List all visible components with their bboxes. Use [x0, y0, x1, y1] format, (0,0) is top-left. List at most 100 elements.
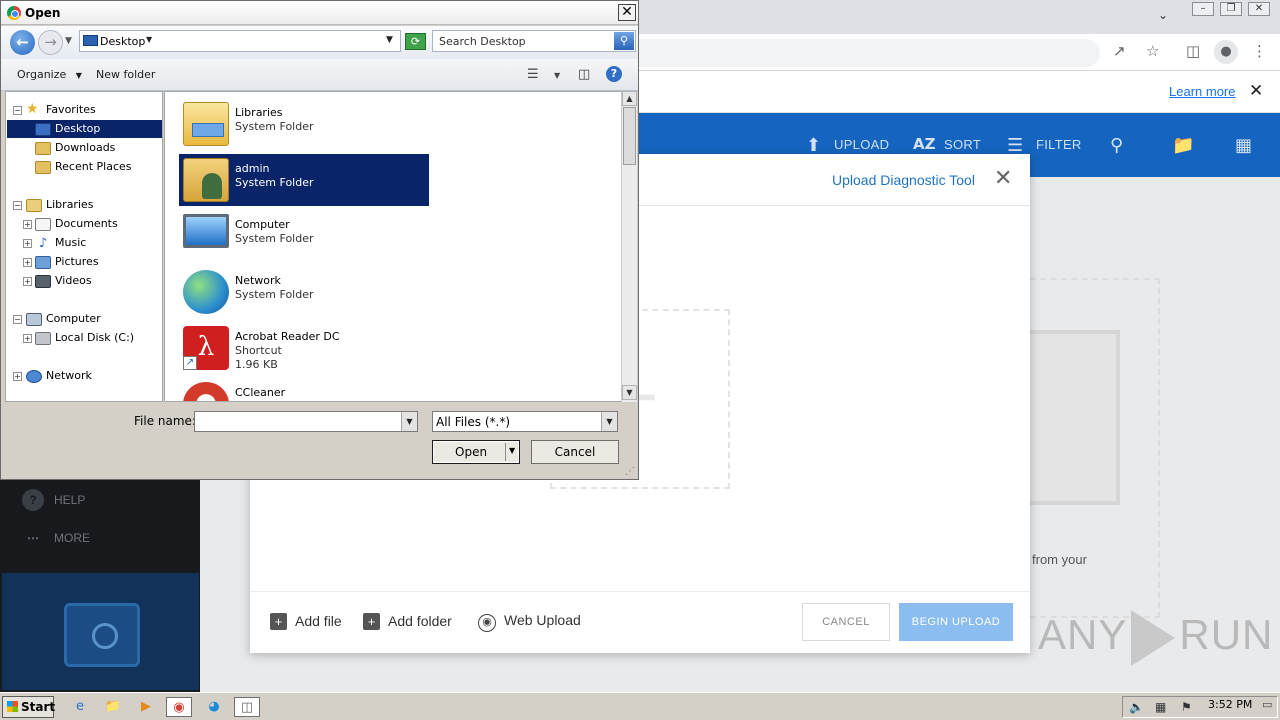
file-name-input[interactable] [194, 411, 418, 432]
upload-tool[interactable]: UPLOAD [834, 137, 889, 152]
search-icon[interactable]: ⚲ [1110, 135, 1123, 156]
tree-item-local-disk[interactable]: Local Disk (C:) [35, 329, 134, 347]
tree-item-music[interactable]: ♪ Music [35, 234, 86, 252]
browser-menu-icon[interactable]: ⋮ [1252, 42, 1267, 60]
add-folder-button[interactable]: + Add folder [363, 613, 452, 630]
file-list-scrollbar[interactable]: ▲ ▼ [621, 91, 637, 402]
modal-close-icon[interactable]: ✕ [994, 166, 1012, 191]
share-icon[interactable]: ↗ [1113, 42, 1126, 60]
file-name-dropdown-icon[interactable]: ▼ [401, 412, 417, 431]
collapse-favorites-icon[interactable]: − [13, 106, 22, 115]
volume-icon[interactable]: 🔈 [1129, 700, 1144, 714]
tree-item-pictures[interactable]: Pictures [35, 253, 99, 271]
help-icon: ? [22, 489, 44, 511]
file-item-admin[interactable]: admin System Folder [179, 154, 429, 206]
sort-tool[interactable]: SORT [944, 137, 981, 152]
action-center-flag-icon[interactable]: ⚑ [1181, 700, 1192, 714]
resize-grip-icon[interactable]: ⋰ [625, 466, 635, 477]
add-folder-label: Add folder [388, 613, 452, 629]
tree-item-libraries[interactable]: Libraries [26, 196, 94, 214]
tree-item-label: Music [55, 236, 87, 249]
dialog-titlebar[interactable]: Open ✕ [1, 1, 638, 25]
dialog-cancel-button[interactable]: Cancel [531, 440, 619, 464]
filter-tool[interactable]: FILTER [1036, 137, 1082, 152]
add-file-button[interactable]: + Add file [270, 613, 342, 630]
open-dialog-taskbar-icon[interactable]: ◫ [234, 697, 260, 717]
web-upload-button[interactable]: ◉ Web Upload [478, 612, 581, 632]
preview-pane-icon[interactable]: ◫ [578, 67, 590, 82]
grid-view-icon[interactable]: ▦ [1235, 135, 1252, 156]
tree-item-favorites[interactable]: ★ Favorites [26, 101, 96, 119]
close-window-icon[interactable]: ✕ [1248, 2, 1270, 16]
address-path-box[interactable]: Desktop ▼ ▼ [79, 30, 401, 52]
restore-icon[interactable]: ❐ [1220, 2, 1242, 16]
file-item-libraries[interactable]: Libraries System Folder [179, 98, 429, 150]
taskbar-clock[interactable]: 3:52 PM [1208, 698, 1252, 711]
scroll-up-arrow-icon[interactable]: ▲ [622, 91, 637, 106]
path-history-dropdown-icon[interactable]: ▼ [386, 35, 393, 45]
upload-diagnostic-tool-link[interactable]: Upload Diagnostic Tool [832, 172, 975, 188]
back-arrow-icon[interactable]: ← [10, 30, 35, 55]
help-icon[interactable]: ? [606, 66, 622, 82]
start-button[interactable]: Start [2, 696, 55, 718]
new-folder-icon[interactable]: 📁 [1172, 135, 1194, 156]
forward-arrow-icon[interactable]: → [38, 30, 63, 55]
file-item-network[interactable]: Network System Folder [179, 266, 429, 318]
bookmark-star-icon[interactable]: ☆ [1146, 42, 1159, 60]
expand-videos-icon[interactable]: + [23, 277, 32, 286]
file-type-dropdown-icon[interactable]: ▼ [601, 412, 617, 431]
view-dropdown-icon[interactable]: ▼ [554, 71, 560, 80]
cancel-upload-button[interactable]: CANCEL [802, 603, 890, 641]
path-segment-desktop[interactable]: Desktop [100, 35, 145, 48]
tree-item-recent-places[interactable]: Recent Places [35, 158, 132, 176]
file-type: System Folder [235, 288, 314, 301]
scrollbar-thumb[interactable] [623, 107, 636, 165]
new-folder-button[interactable]: New folder [96, 68, 155, 81]
history-dropdown-icon[interactable]: ▼ [65, 36, 72, 46]
tree-item-computer[interactable]: Computer [26, 310, 101, 328]
tree-item-network[interactable]: Network [26, 367, 92, 385]
path-segment-chevron-icon[interactable]: ▼ [146, 35, 152, 44]
tree-item-documents[interactable]: Documents [35, 215, 118, 233]
open-options-chevron-icon[interactable]: ▼ [509, 446, 515, 455]
expand-pictures-icon[interactable]: + [23, 258, 32, 267]
tab-search-chevron-icon[interactable]: ⌄ [1158, 8, 1168, 22]
file-explorer-icon[interactable]: 📁 [100, 697, 126, 717]
side-panel-icon[interactable]: ◫ [1186, 42, 1200, 60]
profile-avatar-icon[interactable]: ● [1214, 40, 1238, 64]
internet-explorer-icon[interactable]: e [67, 697, 93, 717]
file-item-ccleaner[interactable]: CCleaner Shortcut [179, 378, 429, 401]
search-desktop-input[interactable]: Search Desktop ⚲ [432, 30, 636, 52]
sidebar-item-more[interactable]: ⋯ MORE [22, 527, 90, 549]
minimize-icon[interactable]: – [1192, 2, 1214, 16]
collapse-computer-icon[interactable]: − [13, 315, 22, 324]
learn-more-link[interactable]: Learn more [1169, 84, 1235, 99]
tree-item-videos[interactable]: Videos [35, 272, 92, 290]
dialog-close-icon[interactable]: ✕ [618, 4, 636, 21]
view-options-icon[interactable]: ☰ [527, 67, 539, 82]
file-type-select[interactable]: All Files (*.*) ▼ [432, 411, 618, 432]
expand-documents-icon[interactable]: + [23, 220, 32, 229]
refresh-icon[interactable]: ⟳ [405, 33, 426, 50]
file-item-acrobat-reader[interactable]: λ ↗ Acrobat Reader DC Shortcut 1.96 KB [179, 322, 429, 374]
edge-icon[interactable]: ◕ [201, 697, 227, 717]
sidebar-item-help[interactable]: ? HELP [22, 489, 85, 511]
media-player-icon[interactable]: ▶ [133, 697, 159, 717]
background-hint-text: from your [1032, 552, 1087, 567]
organize-menu[interactable]: Organize ▼ [17, 68, 82, 81]
tree-item-desktop[interactable]: Desktop [7, 120, 162, 138]
collapse-libraries-icon[interactable]: − [13, 201, 22, 210]
scroll-down-arrow-icon[interactable]: ▼ [622, 385, 637, 400]
infobar-close-icon[interactable]: ✕ [1249, 81, 1263, 101]
chrome-taskbar-icon[interactable]: ◉ [166, 697, 192, 717]
expand-network-icon[interactable]: + [13, 372, 22, 381]
show-desktop-icon[interactable]: ▭ [1262, 698, 1272, 711]
tree-item-downloads[interactable]: Downloads [35, 139, 115, 157]
search-magnifier-icon[interactable]: ⚲ [614, 32, 634, 50]
expand-local-disk-icon[interactable]: + [23, 334, 32, 343]
begin-upload-button[interactable]: BEGIN UPLOAD [899, 603, 1013, 641]
expand-music-icon[interactable]: + [23, 239, 32, 248]
open-button[interactable]: Open ▼ [432, 440, 520, 464]
file-item-computer[interactable]: Computer System Folder [179, 210, 429, 262]
network-tray-icon[interactable]: ▦ [1155, 700, 1166, 714]
